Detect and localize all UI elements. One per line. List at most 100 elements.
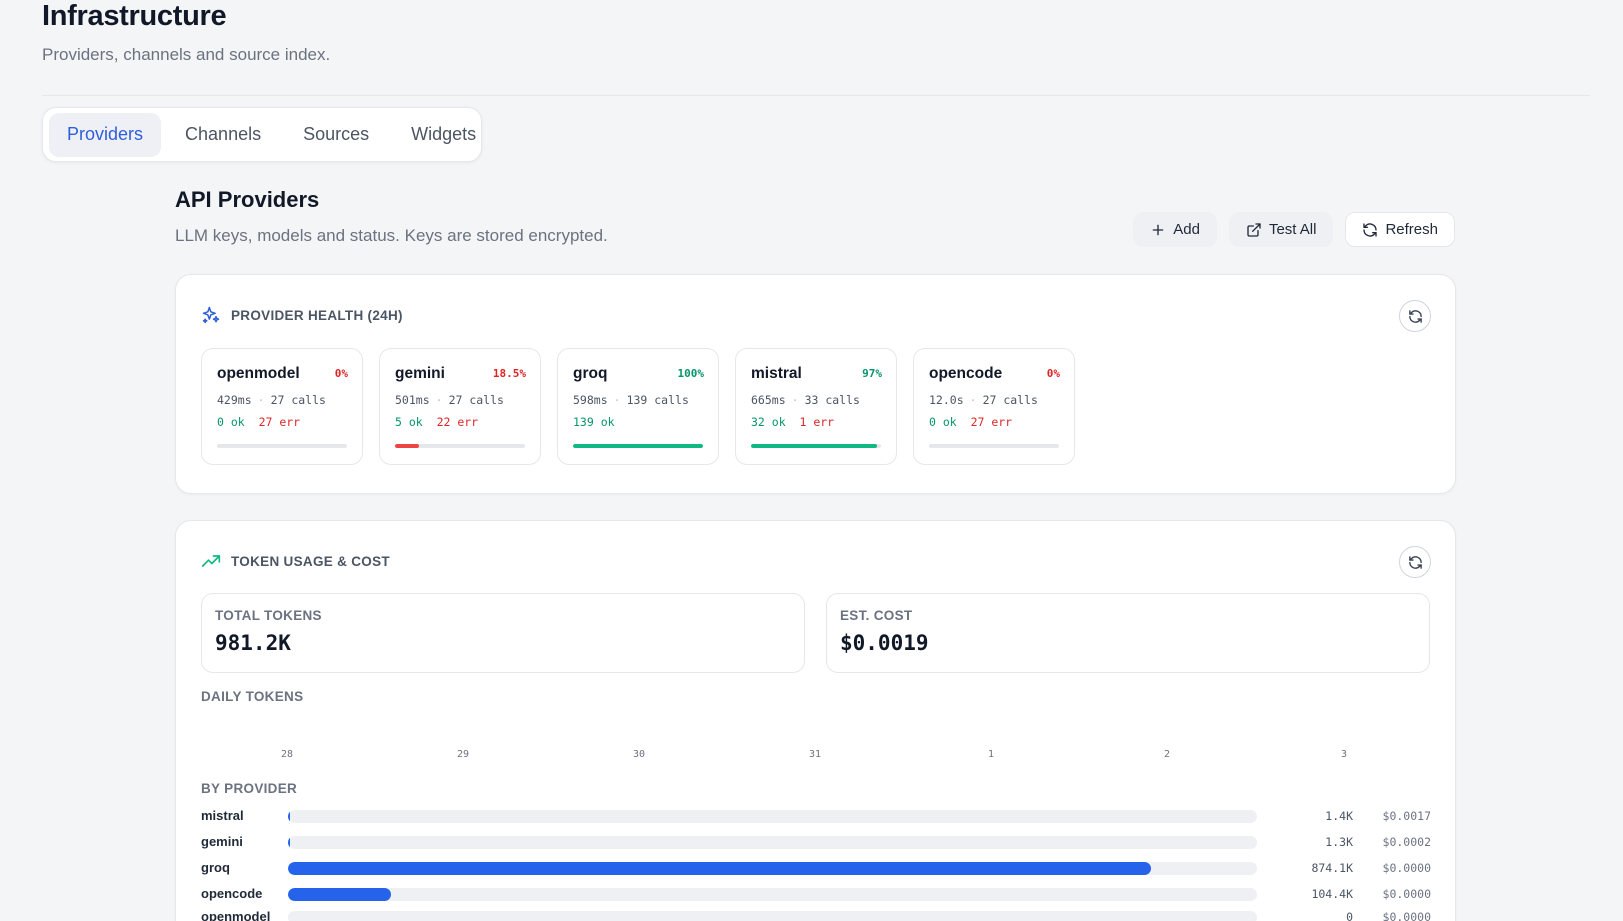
provider-health-card: PROVIDER HEALTH (24H) openmodel 0% 429ms… [175, 274, 1456, 494]
page-title: Infrastructure [42, 0, 227, 32]
day-tick: 2 [1163, 749, 1171, 760]
provider-counts: 139 ok [573, 415, 703, 429]
refresh-button[interactable]: Refresh [1345, 212, 1455, 247]
provider-usage-bar [288, 810, 1257, 823]
provider-usage-bar [288, 911, 1257, 921]
provider-counts: 32 ok 1 err [751, 415, 881, 429]
usage-refresh-button[interactable] [1399, 546, 1431, 578]
est-cost-value: $0.0019 [840, 631, 929, 655]
provider-success-pct: 18.5% [492, 367, 526, 380]
provider-meta: 501ms · 27 calls [395, 393, 504, 407]
total-tokens-stat: TOTAL TOKENS 981.2K [201, 593, 805, 673]
provider-health-bar [751, 444, 881, 448]
provider-err-count: 27 err [258, 415, 301, 429]
plus-icon [1152, 224, 1164, 235]
provider-usage-tokens: 0 [1346, 910, 1353, 921]
provider-calls: 27 calls [270, 393, 326, 407]
day-tick: 29 [456, 749, 470, 760]
provider-meta: 598ms · 139 calls [573, 393, 689, 407]
provider-usage-name: opencode [201, 886, 263, 901]
provider-calls: 139 calls [626, 393, 689, 407]
tab-sources[interactable]: Sources [285, 113, 387, 157]
refresh-icon [1408, 309, 1422, 323]
sparkles-icon [202, 306, 220, 324]
day-tick: 28 [280, 749, 294, 760]
provider-meta: 665ms · 33 calls [751, 393, 860, 407]
provider-err-count: 27 err [970, 415, 1013, 429]
provider-name: openmodel [217, 365, 300, 382]
total-tokens-value: 981.2K [215, 631, 291, 655]
provider-ok-count: 5 ok [395, 415, 423, 429]
provider-success-pct: 100% [677, 367, 705, 380]
provider-latency: 429ms [217, 393, 252, 407]
provider-usage-bar [288, 836, 1257, 849]
page-header: Infrastructure Providers, channels and s… [42, 0, 1590, 96]
provider-usage-cost: $0.0017 [1382, 809, 1431, 823]
toolbar: Add Test All Refresh [1133, 212, 1455, 247]
tab-channels[interactable]: Channels [167, 113, 279, 157]
provider-calls: 27 calls [448, 393, 504, 407]
day-tick: 30 [632, 749, 646, 760]
provider-usage-cost: $0.0000 [1382, 887, 1431, 901]
health-refresh-button[interactable] [1399, 300, 1431, 332]
provider-health-tile[interactable]: openmodel 0% 429ms · 27 calls 0 ok 27 err [201, 348, 363, 465]
provider-usage-row: opencode 104.4K $0.0000 [201, 884, 1431, 904]
add-button[interactable]: Add [1133, 212, 1217, 247]
provider-usage-cost: $0.0002 [1382, 835, 1431, 849]
provider-usage-tokens: 1.4K [1325, 809, 1353, 823]
provider-err-count: 22 err [436, 415, 479, 429]
provider-meta: 12.0s · 27 calls [929, 393, 1038, 407]
provider-health-bar [573, 444, 703, 448]
day-tick: 1 [987, 749, 995, 760]
provider-meta: 429ms · 27 calls [217, 393, 326, 407]
provider-usage-bar [288, 888, 1257, 901]
provider-calls: 33 calls [804, 393, 860, 407]
add-button-label: Add [1173, 221, 1200, 238]
provider-health-header: PROVIDER HEALTH (24H) [201, 305, 403, 325]
provider-usage-bar-fill [288, 888, 391, 901]
provider-health-grid: openmodel 0% 429ms · 27 calls 0 ok 27 err … [201, 348, 1075, 465]
provider-err-count: 1 err [799, 415, 835, 429]
provider-calls: 27 calls [982, 393, 1038, 407]
provider-health-bar [929, 444, 1059, 448]
token-usage-card: TOKEN USAGE & COST TOTAL TOKENS 981.2K E… [175, 520, 1456, 921]
provider-usage-bar-fill [288, 862, 1152, 875]
provider-health-tile[interactable]: opencode 0% 12.0s · 27 calls 0 ok 27 err [913, 348, 1075, 465]
tab-bar: Providers Channels Sources Widgets [42, 107, 482, 162]
token-usage-header: TOKEN USAGE & COST [201, 551, 390, 571]
tab-providers[interactable]: Providers [49, 112, 162, 157]
provider-health-tile[interactable]: mistral 97% 665ms · 33 calls 32 ok 1 err [735, 348, 897, 465]
provider-health-tile[interactable]: groq 100% 598ms · 139 calls 139 ok [557, 348, 719, 465]
by-provider-label: BY PROVIDER [201, 781, 298, 796]
provider-usage-bar-fill [288, 810, 290, 823]
provider-usage-bar [288, 862, 1257, 875]
provider-counts: 5 ok 22 err [395, 415, 525, 429]
provider-counts: 0 ok 27 err [217, 415, 347, 429]
provider-usage-tokens: 874.1K [1311, 861, 1353, 875]
est-cost-stat: EST. COST $0.0019 [826, 593, 1430, 673]
token-usage-title: TOKEN USAGE & COST [231, 553, 390, 569]
tab-widgets[interactable]: Widgets [393, 113, 494, 157]
total-tokens-label: TOTAL TOKENS [215, 608, 322, 623]
refresh-icon [1408, 555, 1422, 569]
daily-tokens-label: DAILY TOKENS [201, 689, 304, 704]
provider-ok-count: 32 ok [751, 415, 786, 429]
provider-health-bar [217, 444, 347, 448]
provider-counts: 0 ok 27 err [929, 415, 1059, 429]
test-all-button-label: Test All [1268, 221, 1317, 238]
provider-usage-cost: $0.0000 [1382, 861, 1431, 875]
provider-usage-row: openmodel 0 $0.0000 [201, 907, 1431, 921]
provider-latency: 501ms [395, 393, 430, 407]
page-subtitle: Providers, channels and source index. [42, 45, 331, 64]
provider-usage-row: gemini 1.3K $0.0002 [201, 832, 1431, 852]
provider-usage-bar-fill [288, 836, 290, 849]
provider-health-bar-fill [751, 444, 878, 448]
test-all-button[interactable]: Test All [1228, 212, 1334, 247]
provider-success-pct: 97% [862, 367, 882, 380]
refresh-button-label: Refresh [1385, 221, 1438, 238]
provider-usage-cost: $0.0000 [1382, 910, 1431, 921]
est-cost-label: EST. COST [840, 608, 913, 623]
trending-up-icon [201, 555, 221, 567]
provider-latency: 12.0s [929, 393, 964, 407]
provider-health-tile[interactable]: gemini 18.5% 501ms · 27 calls 5 ok 22 err [379, 348, 541, 465]
